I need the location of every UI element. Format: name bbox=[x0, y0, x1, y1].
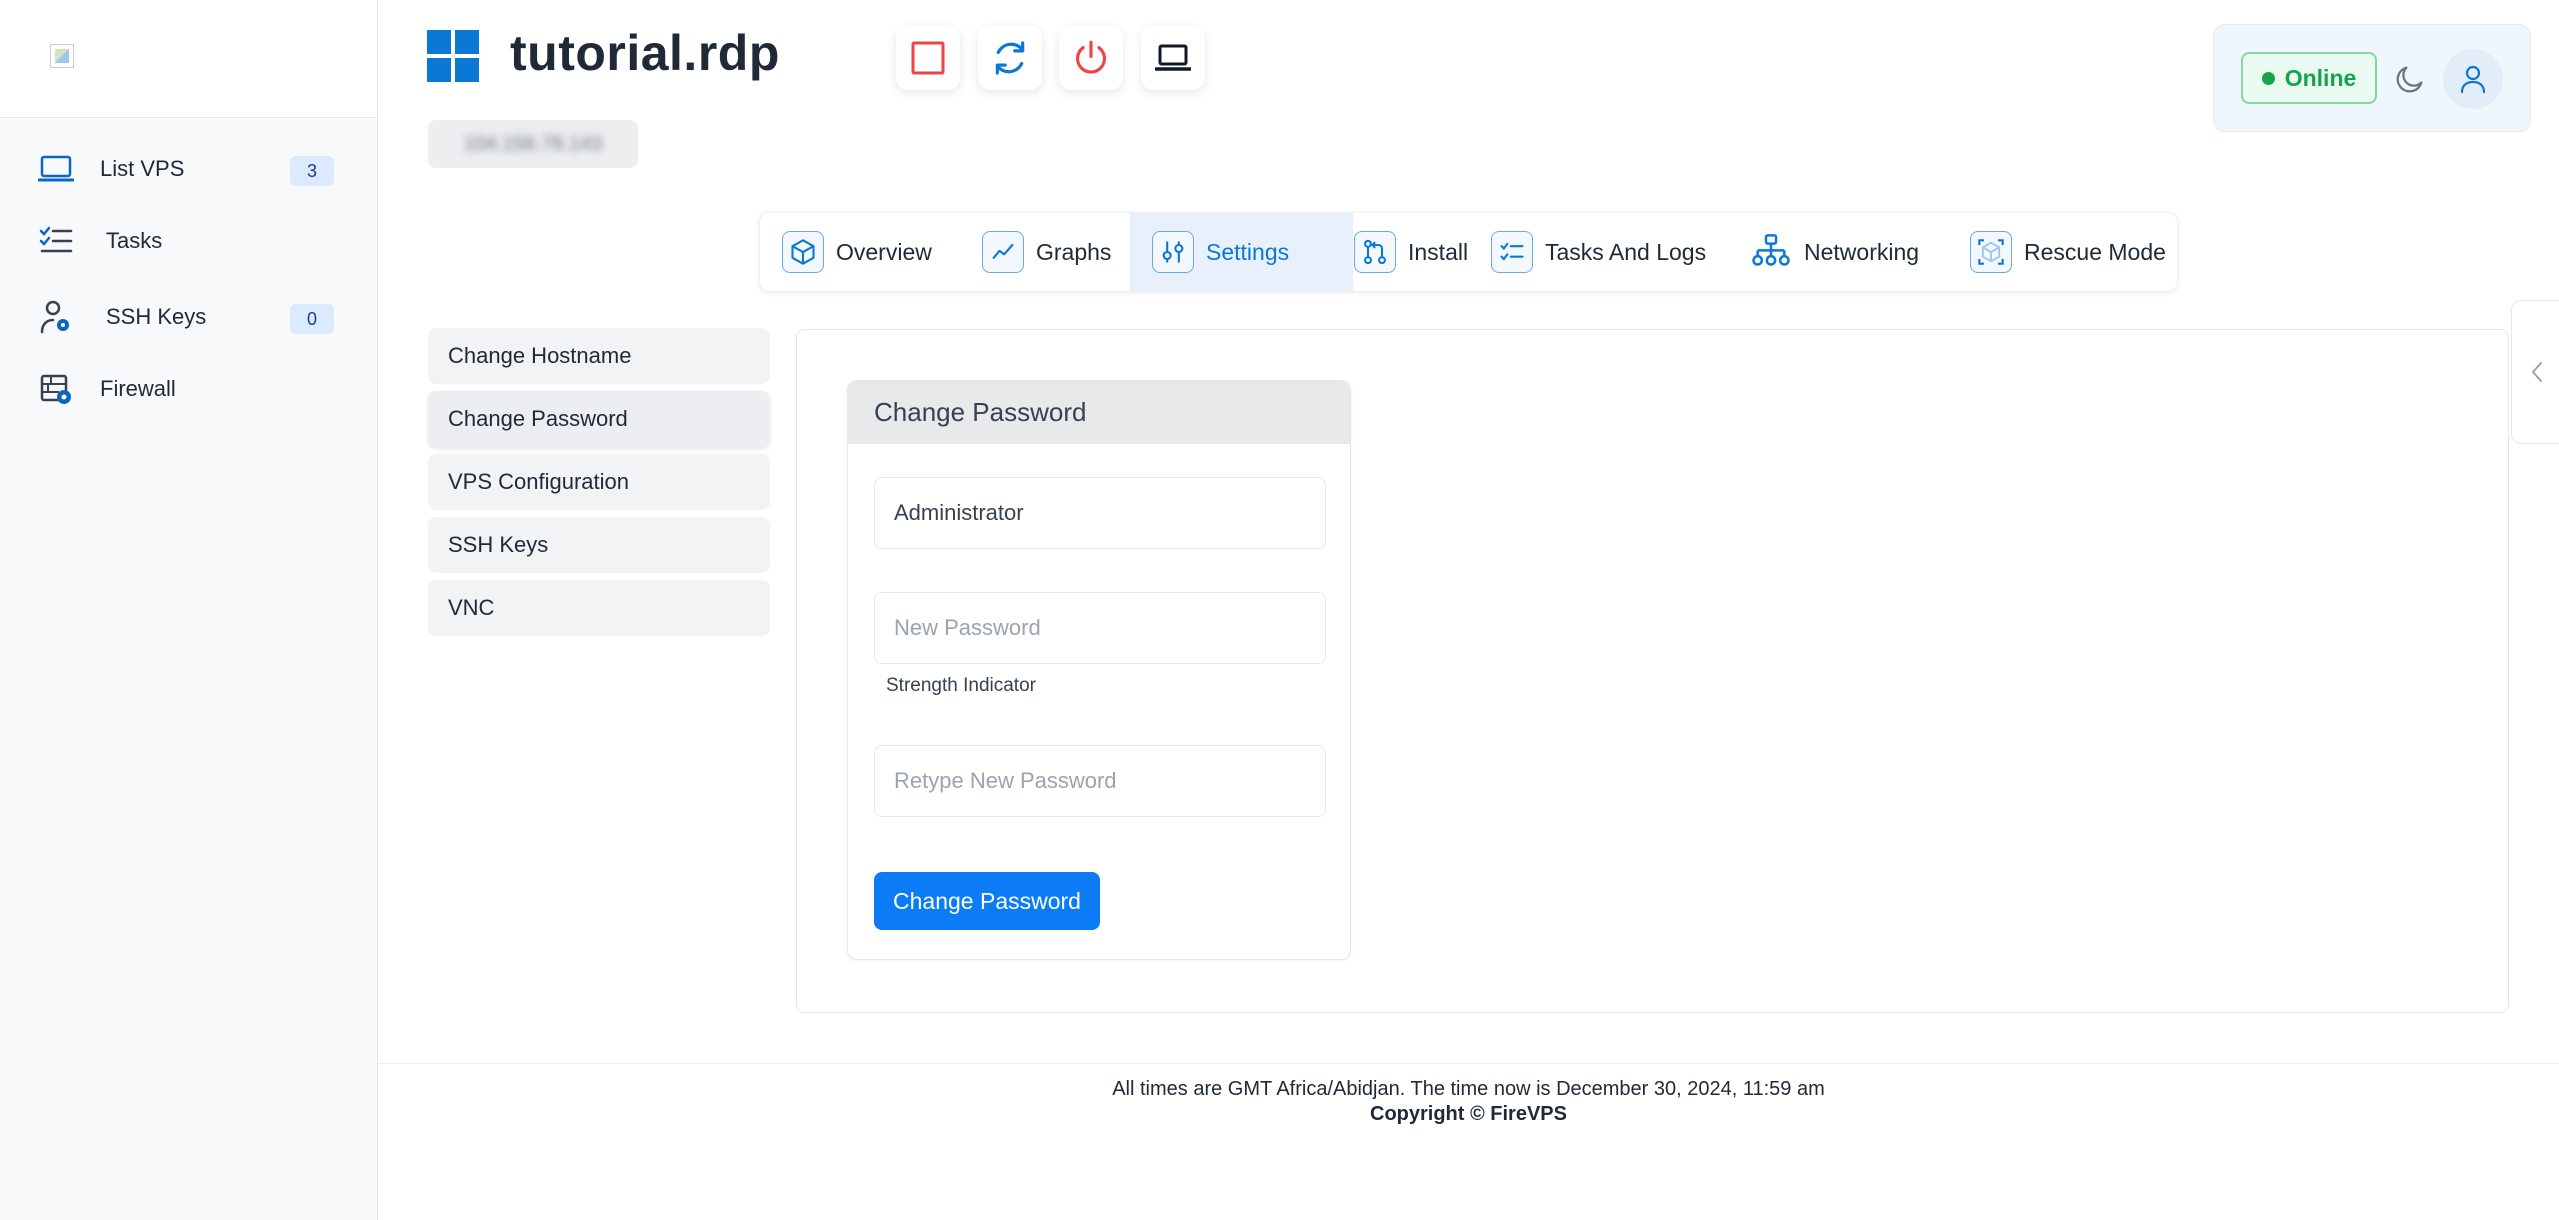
checklist-icon bbox=[36, 221, 76, 261]
moon-icon bbox=[2393, 62, 2427, 96]
network-icon bbox=[1750, 231, 1792, 273]
new-password-field[interactable] bbox=[874, 592, 1326, 664]
footer-time-note: All times are GMT Africa/Abidjan. The ti… bbox=[1112, 1078, 1825, 1100]
tab-label: Graphs bbox=[1036, 238, 1112, 265]
reboot-button[interactable] bbox=[978, 26, 1042, 90]
strength-indicator: Strength Indicator bbox=[886, 675, 1036, 696]
card-title: Change Password bbox=[848, 381, 1350, 444]
list-check-icon bbox=[1491, 231, 1533, 273]
status-card: Online bbox=[2213, 24, 2531, 132]
sidebar-item-label: List VPS bbox=[100, 156, 185, 181]
retype-password-field[interactable] bbox=[874, 745, 1326, 817]
tab-label: Tasks And Logs bbox=[1545, 238, 1707, 265]
settings-item-change-hostname[interactable]: Change Hostname bbox=[428, 328, 770, 384]
tab-label: Rescue Mode bbox=[2024, 238, 2166, 265]
tab-settings[interactable]: Settings bbox=[1130, 213, 1353, 291]
windows-logo-icon bbox=[427, 30, 479, 82]
firewall-icon bbox=[36, 369, 76, 409]
tab-label: Install bbox=[1408, 238, 1469, 265]
user-key-icon bbox=[36, 297, 76, 337]
user-icon bbox=[2459, 64, 2487, 94]
power-icon bbox=[1072, 39, 1110, 77]
sidebar-item-label: Firewall bbox=[100, 376, 176, 401]
laptop-icon bbox=[1155, 43, 1191, 73]
footer-copyright: Copyright © FireVPS bbox=[1370, 1103, 1567, 1125]
tab-overview[interactable]: Overview bbox=[782, 213, 932, 291]
settings-item-change-password[interactable]: Change Password bbox=[428, 391, 770, 447]
ip-address: 104.156.78.143 bbox=[463, 132, 603, 155]
chevron-left-icon bbox=[2530, 360, 2544, 384]
tab-rescue-mode[interactable]: Rescue Mode bbox=[1970, 213, 2166, 291]
online-dot-icon bbox=[2261, 71, 2275, 85]
power-button[interactable] bbox=[1059, 26, 1123, 90]
dark-mode-toggle[interactable] bbox=[2390, 59, 2430, 99]
sidebar-item-firewall[interactable]: Firewall bbox=[36, 361, 336, 417]
stop-square-icon bbox=[910, 40, 946, 76]
username-field[interactable] bbox=[874, 477, 1326, 549]
sidebar-item-label: Tasks bbox=[106, 228, 163, 253]
sidebar-item-ssh-keys[interactable]: SSH Keys 0 bbox=[36, 289, 336, 345]
settings-item-vnc[interactable]: VNC bbox=[428, 580, 770, 636]
console-button[interactable] bbox=[1141, 26, 1205, 90]
chart-line-icon bbox=[982, 231, 1024, 273]
sidebar-item-list-vps[interactable]: List VPS 3 bbox=[36, 141, 336, 197]
sidebar: List VPS 3 Tasks SSH Keys 0 Firewall bbox=[0, 0, 378, 1220]
tab-label: Settings bbox=[1206, 238, 1290, 265]
sidebar-item-label: SSH Keys bbox=[106, 304, 207, 329]
settings-item-ssh-keys[interactable]: SSH Keys bbox=[428, 517, 770, 573]
tab-label: Networking bbox=[1804, 238, 1920, 265]
change-password-card: Change Password Strength Indicator Chang… bbox=[847, 380, 1351, 960]
cube-icon bbox=[782, 231, 824, 273]
vps-count-badge: 3 bbox=[290, 156, 334, 186]
laptop-icon bbox=[36, 149, 76, 189]
status-badge: Online bbox=[2241, 52, 2377, 104]
stop-button[interactable] bbox=[896, 26, 960, 90]
ip-address-pill: 104.156.78.143 bbox=[428, 120, 638, 168]
page-title: tutorial.rdp bbox=[510, 25, 780, 81]
tab-install[interactable]: Install bbox=[1336, 213, 1468, 291]
sidebar-item-tasks[interactable]: Tasks bbox=[36, 213, 336, 269]
vps-tabs: Overview Graphs Settings Install Tasks A… bbox=[759, 212, 2178, 292]
broken-logo-image[interactable] bbox=[50, 44, 74, 68]
user-menu-button[interactable] bbox=[2443, 49, 2503, 109]
tab-networking[interactable]: Networking bbox=[1750, 213, 1919, 291]
tab-graphs[interactable]: Graphs bbox=[982, 213, 1111, 291]
tab-label: Overview bbox=[836, 238, 932, 265]
tab-tasks-and-logs[interactable]: Tasks And Logs bbox=[1491, 213, 1706, 291]
logo-area bbox=[0, 0, 377, 118]
change-password-button[interactable]: Change Password bbox=[874, 872, 1100, 930]
footer-divider bbox=[378, 1063, 2559, 1064]
refresh-icon bbox=[991, 39, 1029, 77]
rescue-cube-icon bbox=[1970, 231, 2012, 273]
sliders-icon bbox=[1152, 231, 1194, 273]
status-text: Online bbox=[2284, 64, 2357, 91]
settings-item-vps-configuration[interactable]: VPS Configuration bbox=[428, 454, 770, 510]
ssh-keys-count-badge: 0 bbox=[290, 304, 334, 334]
collapse-panel-button[interactable] bbox=[2511, 300, 2559, 444]
git-pull-icon bbox=[1354, 231, 1396, 273]
